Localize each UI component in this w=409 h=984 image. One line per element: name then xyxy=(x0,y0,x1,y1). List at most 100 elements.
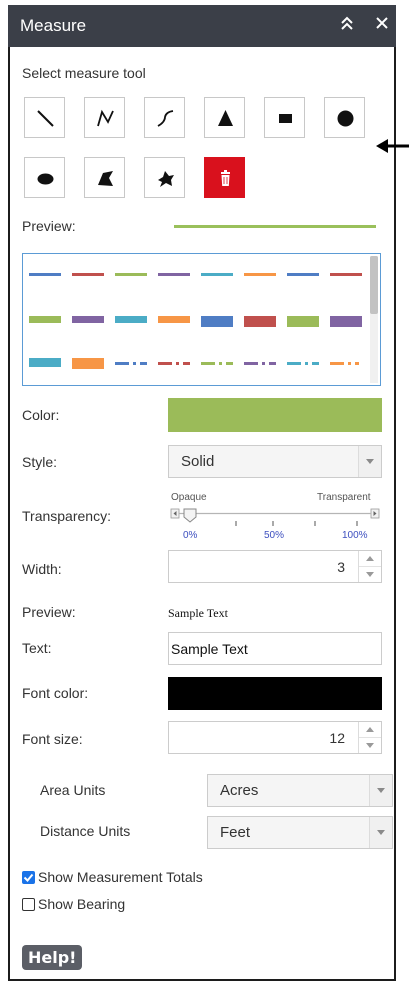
text-preview-label: Preview: xyxy=(22,604,76,620)
swatch[interactable] xyxy=(29,358,61,367)
text-input[interactable]: Sample Text xyxy=(168,632,382,665)
polyline-tool-button[interactable] xyxy=(84,97,125,138)
swatch[interactable] xyxy=(330,316,362,327)
swatch[interactable] xyxy=(72,358,104,369)
increment-icon[interactable] xyxy=(359,722,381,738)
area-units-label: Area Units xyxy=(40,782,106,798)
area-units-value: Acres xyxy=(220,782,259,799)
panel-header: Measure xyxy=(8,5,396,47)
swatch[interactable] xyxy=(330,362,359,365)
swatch[interactable] xyxy=(287,273,319,276)
close-icon[interactable] xyxy=(375,13,389,38)
slider-tick-100: 100% xyxy=(342,530,368,541)
swatch[interactable] xyxy=(158,316,190,323)
panel-title: Measure xyxy=(20,16,87,35)
font-size-spinner xyxy=(358,722,381,753)
freehand-polygon-tool-button[interactable] xyxy=(144,157,185,198)
area-units-select[interactable]: Acres xyxy=(207,774,393,807)
line-preview xyxy=(174,225,376,228)
style-select-value: Solid xyxy=(181,453,215,470)
freehand-line-icon xyxy=(157,110,174,127)
style-label: Style: xyxy=(22,454,58,470)
polygon-icon xyxy=(98,171,113,186)
line-style-swatches[interactable] xyxy=(22,253,381,386)
chevron-down-icon[interactable] xyxy=(369,817,392,848)
font-size-value: 12 xyxy=(329,730,345,746)
checkmark-icon xyxy=(23,873,34,882)
swatch[interactable] xyxy=(201,362,233,365)
circle-icon xyxy=(337,110,354,127)
swatch-grid xyxy=(29,273,362,369)
ellipse-tool-button[interactable] xyxy=(24,157,65,198)
transparent-label: Transparent xyxy=(317,492,371,503)
triangle-icon xyxy=(218,110,233,126)
clear-measurements-button[interactable] xyxy=(204,157,245,198)
swatch[interactable] xyxy=(115,273,147,276)
swatch[interactable] xyxy=(115,316,147,323)
swatch[interactable] xyxy=(201,273,233,276)
width-spinner xyxy=(358,551,381,582)
line-icon xyxy=(37,110,54,127)
slider-tick-50: 50% xyxy=(264,530,285,541)
show-bearing-label[interactable]: Show Bearing xyxy=(38,896,125,912)
show-totals-label[interactable]: Show Measurement Totals xyxy=(38,869,203,885)
freehand-polygon-icon xyxy=(158,171,174,187)
swatch[interactable] xyxy=(158,362,190,365)
distance-units-value: Feet xyxy=(220,824,251,841)
freehand-polyline-tool-button[interactable] xyxy=(144,97,185,138)
line-tool-button[interactable] xyxy=(24,97,65,138)
distance-units-select[interactable]: Feet xyxy=(207,816,393,849)
double-chevron-up-icon[interactable] xyxy=(339,13,355,38)
help-button[interactable]: Help! xyxy=(22,945,83,970)
polyline-icon xyxy=(97,109,114,127)
swatch[interactable] xyxy=(330,273,362,276)
chevron-down-icon[interactable] xyxy=(358,446,381,477)
increment-icon[interactable] xyxy=(359,551,381,567)
color-label: Color: xyxy=(22,407,60,423)
rectangle-icon xyxy=(279,114,292,123)
swatch[interactable] xyxy=(201,316,233,327)
distance-units-label: Distance Units xyxy=(40,823,131,839)
swatch[interactable] xyxy=(158,273,190,276)
text-label: Text: xyxy=(22,640,52,656)
transparency-label: Transparency: xyxy=(22,508,111,524)
line-preview-label: Preview: xyxy=(22,218,76,234)
select-tool-label: Select measure tool xyxy=(22,65,146,81)
font-size-label: Font size: xyxy=(22,731,83,747)
slider-thumb xyxy=(183,508,197,523)
style-select[interactable]: Solid xyxy=(168,445,382,478)
polygon-tool-button[interactable] xyxy=(84,157,125,198)
show-bearing-checkbox[interactable] xyxy=(22,898,35,911)
decrement-icon[interactable] xyxy=(359,567,381,583)
swatch[interactable] xyxy=(29,273,61,276)
swatch[interactable] xyxy=(287,362,319,365)
swatch[interactable] xyxy=(287,316,319,327)
color-picker[interactable] xyxy=(168,398,382,432)
font-color-label: Font color: xyxy=(22,685,89,701)
swatch[interactable] xyxy=(244,273,276,276)
swatch[interactable] xyxy=(29,316,61,323)
decrement-icon[interactable] xyxy=(359,738,381,754)
rectangle-tool-button[interactable] xyxy=(264,97,305,138)
font-color-picker[interactable] xyxy=(168,677,382,710)
opaque-label: Opaque xyxy=(171,492,207,503)
swatch[interactable] xyxy=(72,273,104,276)
swatch[interactable] xyxy=(244,362,276,365)
triangle-tool-button[interactable] xyxy=(204,97,245,138)
width-value: 3 xyxy=(337,559,345,575)
pointer-arrow-icon xyxy=(376,139,409,153)
trash-icon xyxy=(221,170,230,186)
font-size-stepper[interactable]: 12 xyxy=(168,721,382,754)
circle-tool-button[interactable] xyxy=(324,97,365,138)
chevron-down-icon[interactable] xyxy=(369,775,392,806)
swatch[interactable] xyxy=(244,316,276,327)
ellipse-icon xyxy=(37,173,54,185)
text-preview: Sample Text xyxy=(168,606,228,620)
show-totals-checkbox[interactable] xyxy=(22,871,35,884)
text-input-value: Sample Text xyxy=(171,641,248,657)
width-stepper[interactable]: 3 xyxy=(168,550,382,583)
swatch-scrollbar-thumb[interactable] xyxy=(370,256,378,314)
swatch[interactable] xyxy=(115,362,147,365)
slider-tick-0: 0% xyxy=(183,530,198,541)
swatch[interactable] xyxy=(72,316,104,323)
